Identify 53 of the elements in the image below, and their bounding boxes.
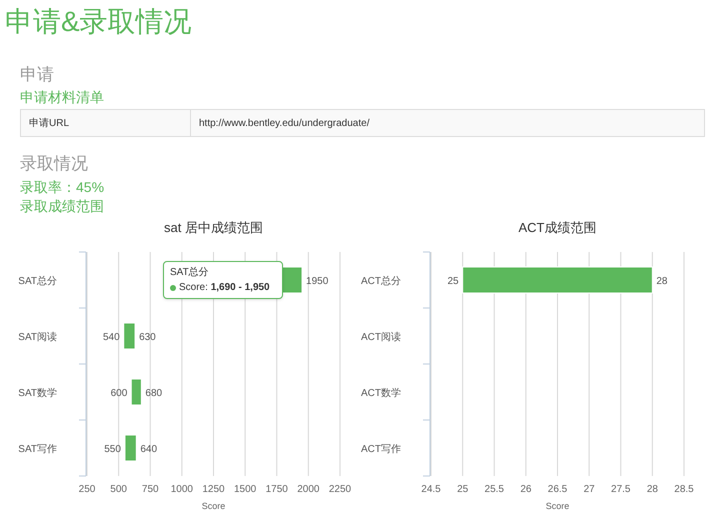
axis-title: Score (202, 501, 226, 511)
tick-label: 26.5 (548, 484, 568, 495)
table-cell-text: http://www.bentley.edu/undergraduate/ (198, 116, 370, 130)
tick-label: 1750 (266, 484, 288, 495)
range-bar (123, 322, 136, 350)
tick-label: 250 (78, 484, 96, 495)
range-bar (130, 378, 142, 406)
section-subheading: 申请材料清单 (20, 88, 105, 107)
tick-label: 25.5 (484, 484, 504, 495)
axis-label: ACT数学 (361, 388, 401, 399)
data-label: 640 (140, 444, 158, 455)
tooltip-text: Score: 1,690 - 1,950 (179, 281, 270, 295)
table-cell: 申请URL (21, 110, 191, 136)
section-heading: 录取情况 (20, 153, 89, 175)
tooltip-title: SAT总分 (170, 266, 210, 280)
axis-label: ACT写作 (361, 444, 401, 455)
tick-label: 28.5 (674, 484, 694, 495)
data-label: 600 (110, 388, 128, 399)
tick-label: 28 (646, 484, 658, 495)
range-bar (124, 434, 137, 462)
tick-label: 27 (584, 484, 595, 495)
chart-title: ACT成绩范围 (518, 220, 596, 235)
tick-label: 27.5 (611, 484, 630, 495)
data-label: 630 (139, 332, 156, 343)
data-label: 25 (448, 276, 459, 287)
tick-label: 26 (520, 484, 532, 495)
axis-label: SAT总分 (18, 276, 57, 287)
tick-label: 2250 (328, 484, 352, 495)
tick-label: 2000 (297, 484, 320, 495)
axis-label: ACT总分 (361, 276, 401, 287)
data-label: 680 (145, 388, 162, 399)
data-label: 1950 (306, 276, 328, 287)
axis-label: SAT数学 (18, 388, 57, 399)
data-label: 540 (103, 332, 120, 343)
tick-label: 500 (110, 484, 127, 495)
tick-label: 1000 (170, 484, 193, 495)
data-label: 550 (104, 444, 121, 455)
section-subheading: 录取成绩范围 (20, 197, 105, 216)
data-label: 28 (656, 276, 668, 287)
tick-label: 24.5 (421, 484, 441, 495)
admission-rate: 录取率：45% (20, 178, 106, 197)
chart-title: sat 居中成绩范围 (164, 220, 263, 235)
tick-label: 25 (457, 484, 468, 495)
axis-title: Score (546, 501, 570, 511)
section-heading: 申请 (20, 64, 55, 86)
series-dot-icon (170, 284, 176, 290)
tick-label: 1250 (202, 484, 225, 495)
axis-label: ACT阅读 (361, 332, 401, 343)
page-title: 申请&录取情况 (4, 5, 193, 39)
axis-label: SAT阅读 (18, 332, 57, 343)
tick-label: 750 (142, 484, 159, 495)
tick-label: 1500 (234, 484, 256, 495)
axis-label: SAT写作 (18, 444, 57, 455)
